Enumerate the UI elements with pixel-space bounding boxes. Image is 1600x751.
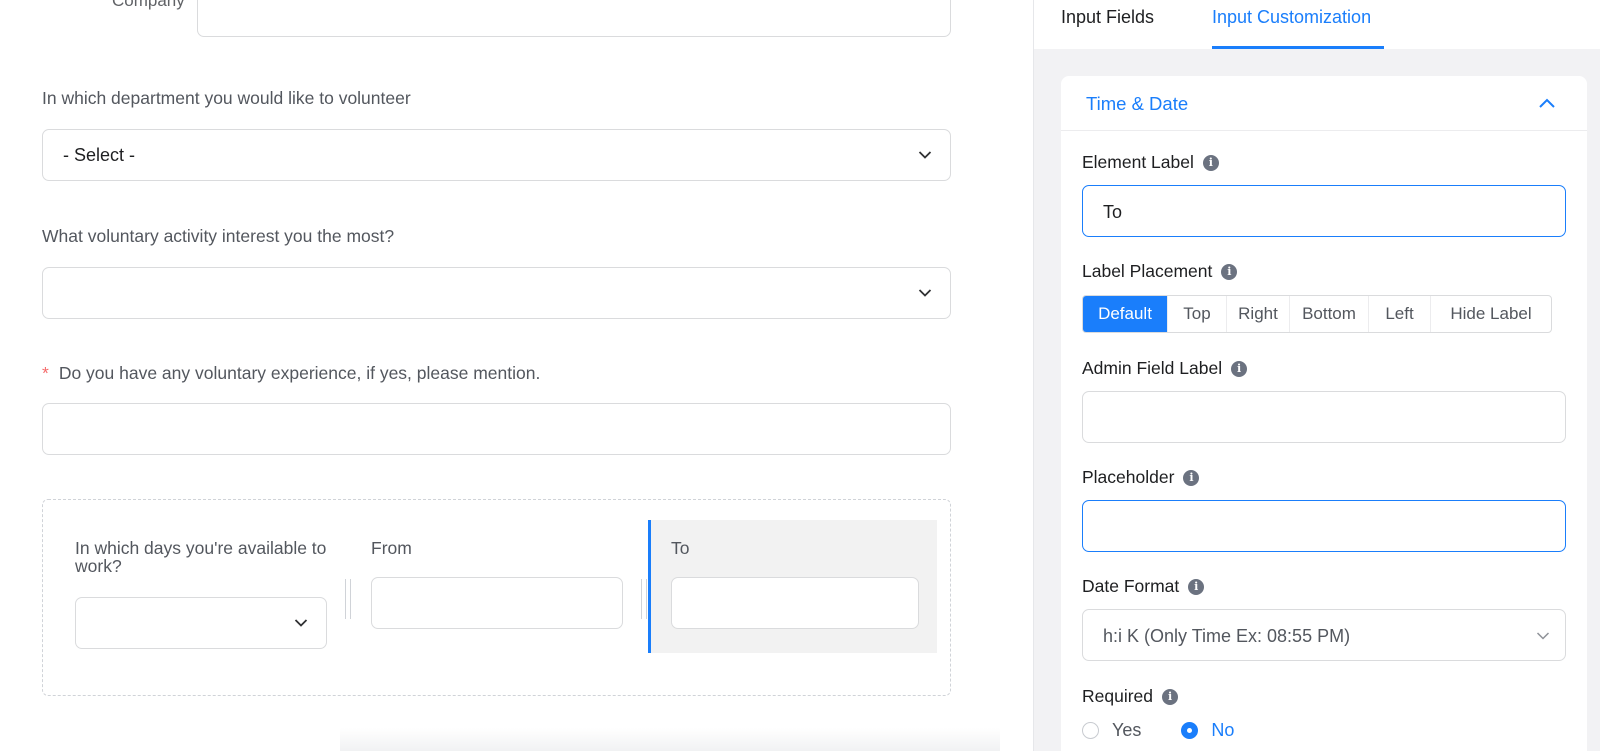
date-format-value: h:i K (Only Time Ex: 08:55 PM) (1103, 626, 1351, 646)
element-label-value: To (1103, 202, 1123, 222)
info-icon[interactable]: i (1231, 360, 1248, 377)
label-placement-segmented: Default Top Right Bottom Left Hide Label (1082, 295, 1552, 333)
placement-option-top[interactable]: Top (1168, 296, 1227, 332)
experience-label: * Do you have any voluntary experience, i… (42, 363, 540, 384)
panel-tabs: Input Fields Input Customization (1034, 0, 1600, 49)
info-icon[interactable]: i (1202, 154, 1219, 171)
info-icon[interactable]: i (1221, 263, 1238, 280)
element-label-heading: Element Label i (1082, 152, 1219, 173)
company-label: Company (112, 0, 185, 10)
from-input[interactable] (371, 577, 623, 629)
chevron-up-icon[interactable] (1538, 96, 1556, 114)
placeholder-heading: Placeholder i (1082, 467, 1200, 488)
chevron-down-icon (1536, 631, 1550, 643)
placement-option-left[interactable]: Left (1369, 296, 1431, 332)
admin-field-label-text: Admin Field Label (1082, 358, 1223, 378)
to-input[interactable] (671, 577, 919, 629)
settings-panel: Input Fields Input Customization Time & … (1033, 0, 1600, 751)
experience-label-text: Do you have any voluntary experience, if… (58, 363, 541, 383)
chevron-down-icon (918, 150, 932, 162)
section-header[interactable]: Time & Date (1061, 76, 1587, 131)
chevron-down-icon (294, 618, 308, 630)
date-format-heading: Date Format i (1082, 576, 1205, 597)
label-placement-heading: Label Placement i (1082, 261, 1238, 282)
days-label: In which days you're available to work? (75, 538, 327, 576)
to-label: To (671, 538, 690, 558)
placement-option-bottom[interactable]: Bottom (1290, 296, 1369, 332)
column-resize-handle[interactable] (641, 579, 647, 619)
element-label-text: Element Label (1082, 152, 1194, 172)
element-label-input[interactable]: To (1082, 185, 1566, 237)
placement-option-default[interactable]: Default (1083, 296, 1168, 332)
from-label: From (371, 538, 412, 558)
date-format-text: Date Format (1082, 576, 1180, 596)
bottom-shadow (340, 728, 1000, 751)
required-radio-group: Yes No (1082, 720, 1234, 741)
required-marker: * (42, 363, 49, 383)
info-icon[interactable]: i (1162, 688, 1179, 705)
required-yes-radio[interactable] (1082, 722, 1099, 739)
department-label: In which department you would like to vo… (42, 88, 411, 108)
placement-option-hide-label[interactable]: Hide Label (1431, 296, 1551, 332)
required-text: Required (1082, 686, 1154, 706)
activity-label: What voluntary activity interest you the… (42, 226, 395, 246)
company-input[interactable] (197, 0, 951, 37)
required-heading: Required i (1082, 686, 1179, 707)
date-format-select[interactable]: h:i K (Only Time Ex: 08:55 PM) (1082, 609, 1566, 661)
info-icon[interactable]: i (1188, 578, 1205, 595)
placeholder-text: Placeholder (1082, 467, 1175, 487)
required-yes-label[interactable]: Yes (1112, 720, 1141, 741)
tab-input-customization[interactable]: Input Customization (1212, 7, 1371, 28)
admin-field-label-heading: Admin Field Label i (1082, 358, 1248, 379)
label-placement-text: Label Placement (1082, 261, 1213, 281)
department-select[interactable]: - Select - (42, 129, 951, 181)
placement-option-right[interactable]: Right (1227, 296, 1290, 332)
tab-input-fields[interactable]: Input Fields (1061, 7, 1154, 28)
required-no-label[interactable]: No (1211, 720, 1234, 741)
experience-input[interactable] (42, 403, 951, 455)
department-select-value: - Select - (63, 145, 136, 165)
days-select[interactable] (75, 597, 327, 649)
form-canvas: Company In which department you would li… (0, 0, 1033, 751)
info-icon[interactable]: i (1183, 469, 1200, 486)
activity-select[interactable] (42, 267, 951, 319)
placeholder-input[interactable] (1082, 500, 1566, 552)
section-title: Time & Date (1086, 93, 1189, 114)
column-resize-handle[interactable] (345, 579, 351, 619)
active-tab-indicator (1212, 46, 1384, 49)
chevron-down-icon (918, 288, 932, 300)
admin-field-label-input[interactable] (1082, 391, 1566, 443)
required-no-radio[interactable] (1181, 722, 1199, 739)
